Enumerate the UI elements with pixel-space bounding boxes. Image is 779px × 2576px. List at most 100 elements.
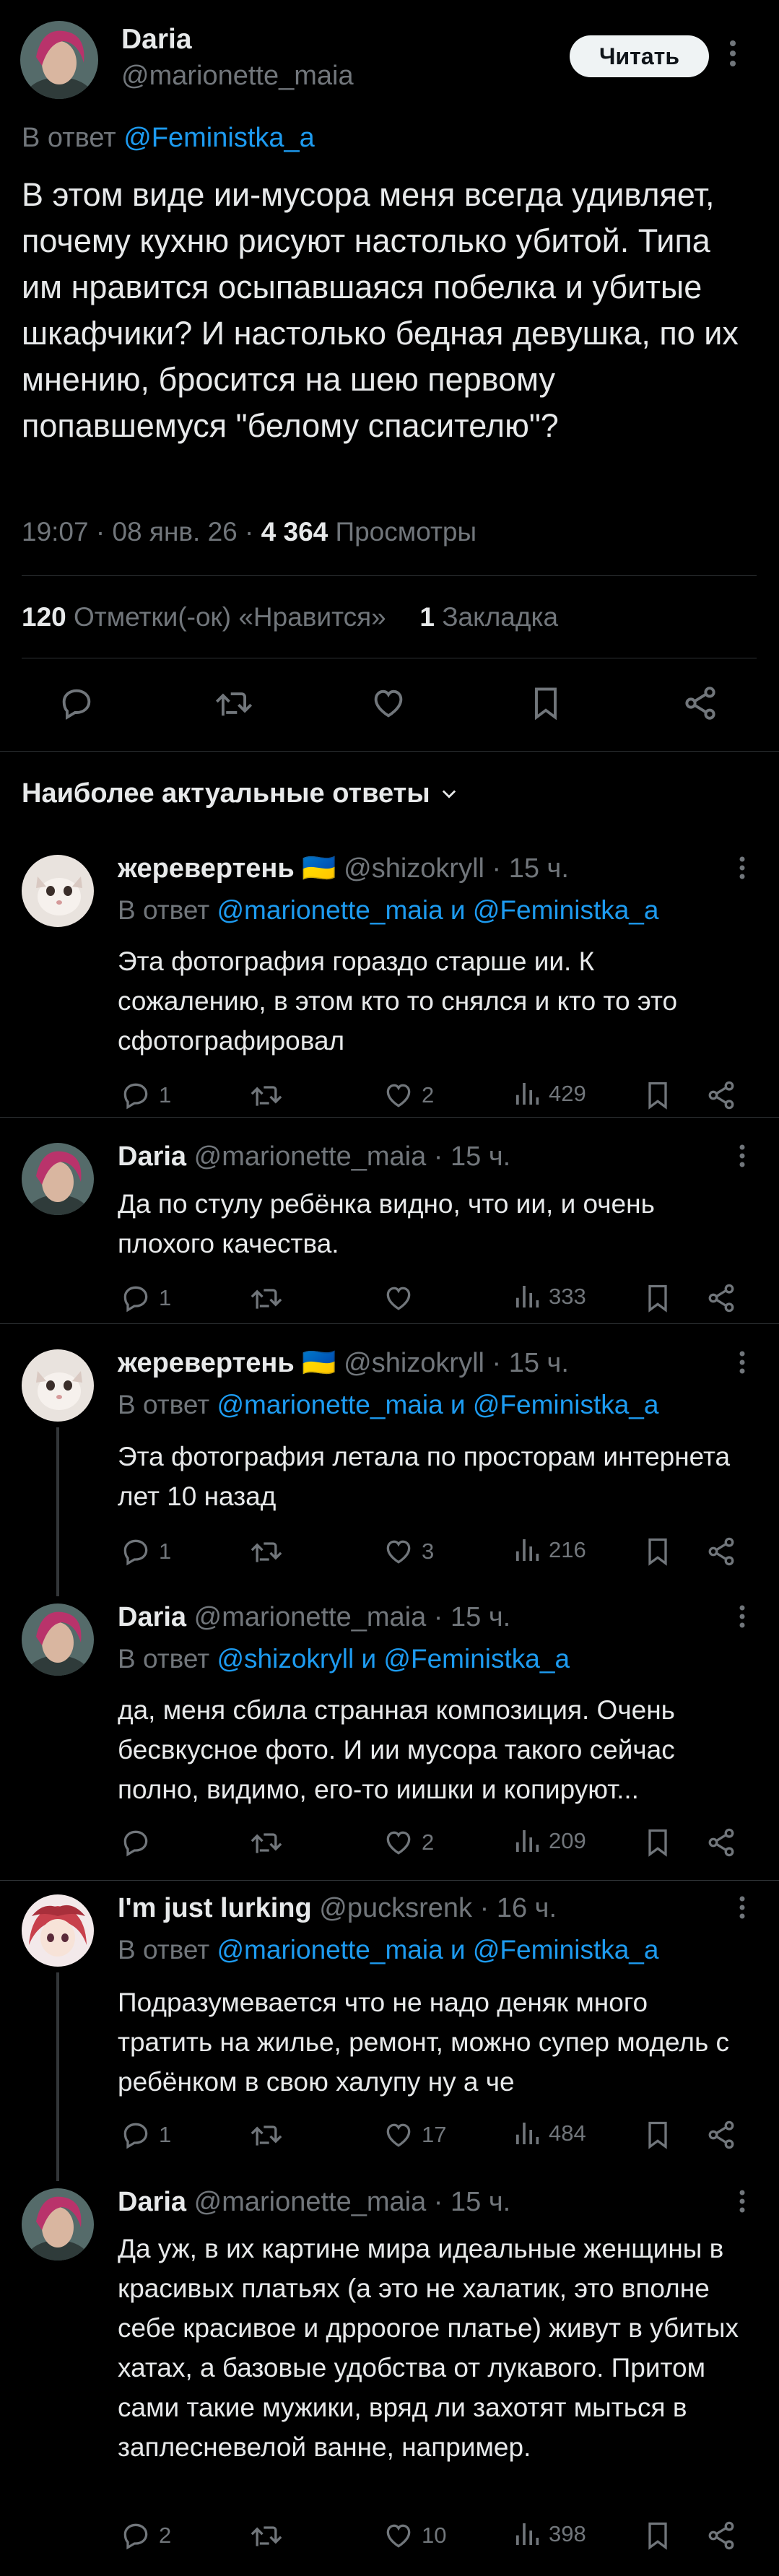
bookmarks-label[interactable]: Закладка bbox=[442, 602, 558, 632]
like-button[interactable]: 3 bbox=[383, 1536, 434, 1567]
likes-label[interactable]: Отметки(-ок) «Нравится» bbox=[74, 602, 386, 632]
share-button[interactable] bbox=[705, 1079, 737, 1111]
bookmark-button[interactable] bbox=[642, 1079, 674, 1111]
reply-to-link[interactable]: @Feministka_a bbox=[123, 123, 315, 153]
section-title-label: Наиболее актуальные ответы bbox=[22, 778, 430, 809]
share-button[interactable] bbox=[705, 1536, 737, 1567]
reply-time[interactable]: · 15 ч. bbox=[492, 1348, 569, 1378]
views-button[interactable]: 484 bbox=[513, 2119, 586, 2148]
like-button[interactable]: 17 bbox=[383, 2119, 446, 2151]
more-icon[interactable] bbox=[735, 2184, 749, 2225]
bookmark-button[interactable] bbox=[642, 1536, 674, 1567]
like-icon bbox=[383, 2520, 414, 2551]
reply-button[interactable]: 1 bbox=[120, 2119, 171, 2151]
reply-avatar[interactable] bbox=[22, 855, 94, 927]
views-button[interactable]: 209 bbox=[513, 1827, 586, 1855]
like-button[interactable]: 10 bbox=[383, 2520, 446, 2551]
share-icon[interactable] bbox=[682, 684, 719, 722]
like-button[interactable] bbox=[383, 1282, 422, 1314]
like-count: 2 bbox=[422, 1829, 435, 1855]
views-button[interactable]: 216 bbox=[513, 1536, 586, 1565]
tweet-time[interactable]: 19:07 · 08 янв. 26 · bbox=[22, 517, 253, 547]
reply-avatar[interactable] bbox=[22, 1349, 94, 1422]
views-button[interactable]: 429 bbox=[513, 1079, 586, 1108]
reply-time[interactable]: · 16 ч. bbox=[480, 1893, 557, 1923]
more-icon[interactable] bbox=[724, 32, 741, 82]
reply-avatar[interactable] bbox=[22, 2188, 94, 2260]
section-title[interactable]: Наиболее актуальные ответы bbox=[22, 777, 459, 810]
reply-avatar[interactable] bbox=[22, 1894, 94, 1967]
retweet-icon[interactable] bbox=[214, 684, 254, 722]
reply-author-name[interactable]: I'm just lurking bbox=[118, 1893, 312, 1923]
reply-to-link[interactable]: @marionette_maia и @Feministka_a bbox=[217, 895, 659, 925]
more-icon[interactable] bbox=[735, 850, 749, 892]
bookmarks-count[interactable]: 1 bbox=[419, 602, 435, 632]
likes-count[interactable]: 120 bbox=[22, 602, 66, 632]
views-count: 4 364 bbox=[261, 517, 328, 547]
bookmark-icon bbox=[642, 2119, 674, 2151]
more-icon[interactable] bbox=[735, 1139, 749, 1180]
divider bbox=[0, 1117, 779, 1118]
reply-to-link[interactable]: @shizokryll и @Feministka_a bbox=[217, 1644, 570, 1674]
reply-time[interactable]: · 15 ч. bbox=[434, 1602, 510, 1632]
reply-avatar[interactable] bbox=[22, 1143, 94, 1215]
retweet-button[interactable] bbox=[249, 1282, 291, 1314]
reply-prefix: В ответ bbox=[118, 1935, 210, 1964]
reply-author-name[interactable]: Daria bbox=[118, 2187, 186, 2217]
share-button[interactable] bbox=[705, 2119, 737, 2151]
follow-button[interactable]: Читать bbox=[570, 35, 709, 77]
author-handle[interactable]: @marionette_maia bbox=[121, 59, 354, 92]
author-avatar[interactable] bbox=[20, 21, 98, 99]
reply-to-link[interactable]: @marionette_maia и @Feministka_a bbox=[217, 1390, 659, 1419]
retweet-icon bbox=[249, 2119, 284, 2151]
views-button[interactable]: 333 bbox=[513, 1282, 586, 1311]
reply-time[interactable]: · 15 ч. bbox=[492, 853, 569, 884]
like-button[interactable]: 2 bbox=[383, 1079, 434, 1111]
retweet-button[interactable] bbox=[249, 1827, 291, 1858]
reply-author-handle[interactable]: @marionette_maia bbox=[194, 2187, 427, 2217]
reply-author-handle[interactable]: @marionette_maia bbox=[194, 1141, 427, 1172]
reply-author-name[interactable]: жеревертень 🇺🇦 bbox=[118, 1348, 336, 1378]
more-icon[interactable] bbox=[735, 1890, 749, 1931]
bookmark-button[interactable] bbox=[642, 2119, 674, 2151]
retweet-button[interactable] bbox=[249, 1536, 291, 1567]
reply-author-handle[interactable]: @shizokryll bbox=[344, 853, 484, 884]
reply-time[interactable]: · 15 ч. bbox=[434, 1141, 510, 1172]
reply-time[interactable]: · 15 ч. bbox=[434, 2187, 510, 2217]
retweet-button[interactable] bbox=[249, 2520, 291, 2551]
reply-icon[interactable] bbox=[58, 684, 95, 722]
reply-author-handle[interactable]: @pucksrenk bbox=[319, 1893, 472, 1923]
reply-avatar[interactable] bbox=[22, 1604, 94, 1676]
reply-header: жеревертень 🇺🇦 @shizokryll · 15 ч. bbox=[118, 1346, 569, 1380]
bookmark-button[interactable] bbox=[642, 2520, 674, 2551]
reply-author-handle[interactable]: @marionette_maia bbox=[194, 1602, 427, 1632]
like-button[interactable]: 2 bbox=[383, 1827, 434, 1858]
reply-button[interactable]: 1 bbox=[120, 1536, 171, 1567]
bookmark-icon[interactable] bbox=[527, 684, 565, 722]
share-icon bbox=[705, 1536, 737, 1567]
retweet-button[interactable] bbox=[249, 1079, 291, 1111]
reply-author-name[interactable]: Daria bbox=[118, 1602, 186, 1632]
reply-to-link[interactable]: @marionette_maia и @Feministka_a bbox=[217, 1935, 659, 1964]
share-button[interactable] bbox=[705, 1282, 737, 1314]
reply-author-handle[interactable]: @shizokryll bbox=[344, 1348, 484, 1378]
reply-author-name[interactable]: жеревертень 🇺🇦 bbox=[118, 853, 336, 884]
reply-button[interactable]: 1 bbox=[120, 1079, 171, 1111]
retweet-icon bbox=[249, 1079, 284, 1111]
reply-button[interactable]: 2 bbox=[120, 2520, 171, 2551]
more-icon[interactable] bbox=[735, 1599, 749, 1640]
views-count: 216 bbox=[549, 1537, 586, 1562]
views-button[interactable]: 398 bbox=[513, 2520, 586, 2549]
bookmark-button[interactable] bbox=[642, 1827, 674, 1858]
bookmark-button[interactable] bbox=[642, 1282, 674, 1314]
like-icon[interactable] bbox=[370, 684, 407, 722]
reply-button[interactable] bbox=[120, 1827, 159, 1858]
reply-author-name[interactable]: Daria bbox=[118, 1141, 186, 1172]
retweet-button[interactable] bbox=[249, 2119, 291, 2151]
share-button[interactable] bbox=[705, 1827, 737, 1858]
share-button[interactable] bbox=[705, 2520, 737, 2551]
author-name[interactable]: Daria bbox=[121, 23, 192, 56]
more-icon[interactable] bbox=[735, 1345, 749, 1386]
reply-to-line: В ответ @marionette_maia и @Feministka_a bbox=[118, 894, 658, 927]
reply-button[interactable]: 1 bbox=[120, 1282, 171, 1314]
